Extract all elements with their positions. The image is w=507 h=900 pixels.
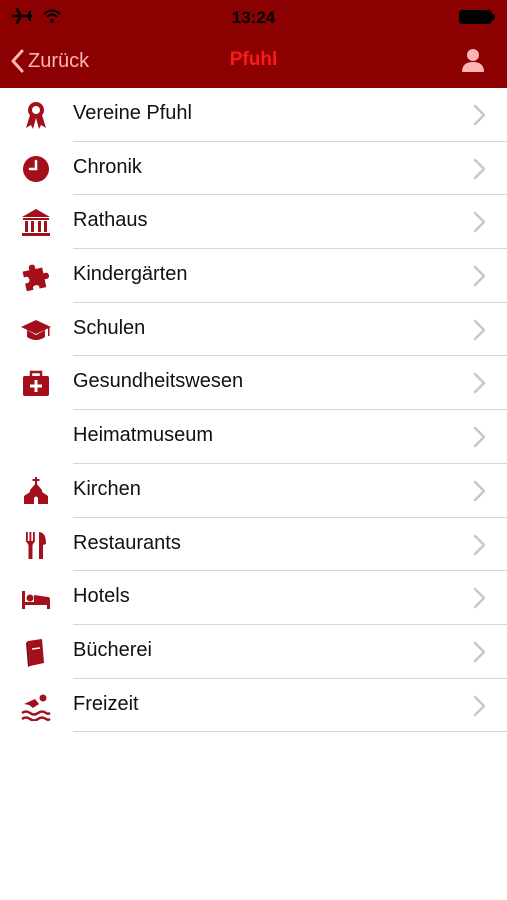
chevron-right-icon <box>473 480 486 502</box>
chevron-right-icon <box>473 212 486 233</box>
chevron-right-icon <box>473 695 486 716</box>
clock-icon <box>20 154 52 184</box>
list-item[interactable]: Freizeit <box>0 679 507 733</box>
list-item-label: Hotels <box>73 585 130 608</box>
status-time: 13:24 <box>231 8 276 27</box>
list-item-label: Heimatmuseum <box>73 424 214 447</box>
list-item-label: Bücherei <box>73 638 152 661</box>
list-item-label: Freizeit <box>73 692 139 715</box>
book-icon <box>20 637 52 667</box>
list-item-label: Vereine Pfuhl <box>73 102 192 124</box>
list-item[interactable]: Chronik <box>0 142 507 196</box>
list-item[interactable]: Restaurants <box>0 518 507 572</box>
menu-list: Vereine Pfuhl Chronik Rathaus Kindergärten S… <box>0 88 507 733</box>
chevron-right-icon <box>473 265 486 287</box>
chevron-right-icon <box>473 319 486 340</box>
list-item-label: Gesundheitswesen <box>73 370 244 393</box>
bed-icon <box>20 583 52 613</box>
navigation-bar: Zurück Pfuhl <box>0 34 507 88</box>
status-bar: 13:24 <box>0 0 507 34</box>
chevron-right-icon <box>473 534 486 555</box>
swimmer-icon <box>20 691 52 721</box>
list-item-label: Schulen <box>73 316 146 339</box>
chevron-right-icon <box>473 641 486 663</box>
list-item[interactable]: Kirchen <box>0 464 507 518</box>
chevron-right-icon <box>473 104 486 126</box>
list-item-label: Rathaus <box>73 209 148 232</box>
row-separator <box>73 731 507 733</box>
list-item[interactable]: Kindergärten <box>0 249 507 303</box>
header: 13:24 Zurück Pfuhl <box>0 0 507 88</box>
list-item-label: Chronik <box>73 155 142 178</box>
user-icon[interactable] <box>459 47 487 75</box>
list-item[interactable]: Heimatmuseum <box>0 410 507 464</box>
list-item-label: Kirchen <box>73 477 141 500</box>
list-item[interactable]: Hotels <box>0 571 507 625</box>
battery-icon <box>459 10 495 24</box>
chevron-right-icon <box>473 426 486 448</box>
graduation-cap-icon <box>20 315 52 345</box>
list-item[interactable]: Bücherei <box>0 625 507 679</box>
church-icon <box>20 476 52 506</box>
medical-kit-icon <box>20 368 52 398</box>
page-title: Pfuhl <box>229 49 278 70</box>
townhall-icon <box>20 207 52 237</box>
award-icon <box>20 100 52 130</box>
cutlery-icon <box>20 530 52 560</box>
list-item-label: Kindergärten <box>73 263 188 286</box>
list-item[interactable]: Schulen <box>0 303 507 357</box>
list-item[interactable]: Rathaus <box>0 195 507 250</box>
chevron-right-icon <box>473 587 486 609</box>
chevron-right-icon <box>473 158 486 179</box>
list-item-label: Restaurants <box>73 531 181 554</box>
list-item[interactable]: Vereine Pfuhl <box>0 88 507 142</box>
puzzle-icon <box>20 261 52 292</box>
chevron-right-icon <box>473 373 486 394</box>
list-item[interactable]: Gesundheitswesen <box>0 356 507 411</box>
empty-icon-slot <box>20 422 52 452</box>
